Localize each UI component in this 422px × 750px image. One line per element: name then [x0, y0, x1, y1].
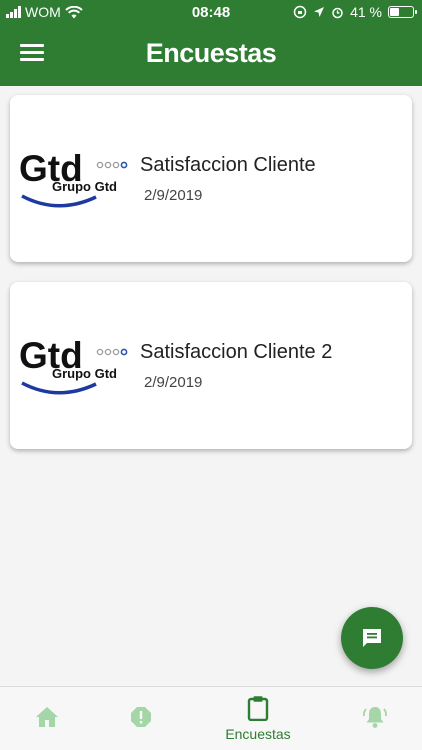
- survey-title: Satisfaccion Cliente 2: [140, 341, 333, 363]
- status-bar: WOM 08:48 41 %: [0, 0, 422, 24]
- tab-notifications[interactable]: [335, 687, 415, 750]
- app-header: WOM 08:48 41 % Encuestas: [0, 0, 422, 86]
- battery-percent: 41 %: [350, 4, 382, 20]
- survey-date: 2/9/2019: [144, 187, 203, 204]
- survey-date: 2/9/2019: [144, 374, 203, 391]
- chat-fab-button[interactable]: [341, 607, 403, 669]
- gtd-logo: Gtd Grupo Gtd: [19, 335, 128, 395]
- gtd-logo: Gtd Grupo Gtd: [19, 148, 128, 208]
- svg-text:Grupo Gtd: Grupo Gtd: [52, 366, 117, 381]
- bottom-tab-bar: Encuestas: [0, 686, 422, 750]
- tab-alerts[interactable]: [101, 687, 181, 750]
- location-icon: [314, 7, 325, 17]
- alert-circle-icon: [131, 707, 151, 727]
- chat-icon: [363, 629, 381, 647]
- rotation-lock-icon: [293, 5, 307, 19]
- tab-encuestas[interactable]: Encuestas: [218, 687, 298, 750]
- page-title: Encuestas: [145, 38, 277, 68]
- tab-home[interactable]: [7, 687, 87, 750]
- tab-label: Encuestas: [225, 726, 291, 742]
- survey-card[interactable]: Gtd Grupo Gtd Satisfaccion Cliente 2 2/9…: [10, 282, 412, 449]
- clipboard-icon: [247, 696, 269, 721]
- home-icon: [36, 707, 58, 727]
- alarm-icon: [332, 7, 343, 18]
- survey-card[interactable]: Gtd Grupo Gtd Satisfaccion Cliente 2/9/2…: [10, 95, 412, 262]
- battery-icon: [388, 6, 417, 18]
- survey-title: Satisfaccion Cliente: [140, 154, 316, 176]
- bell-ring-icon: [363, 707, 387, 728]
- svg-text:Grupo Gtd: Grupo Gtd: [52, 179, 117, 194]
